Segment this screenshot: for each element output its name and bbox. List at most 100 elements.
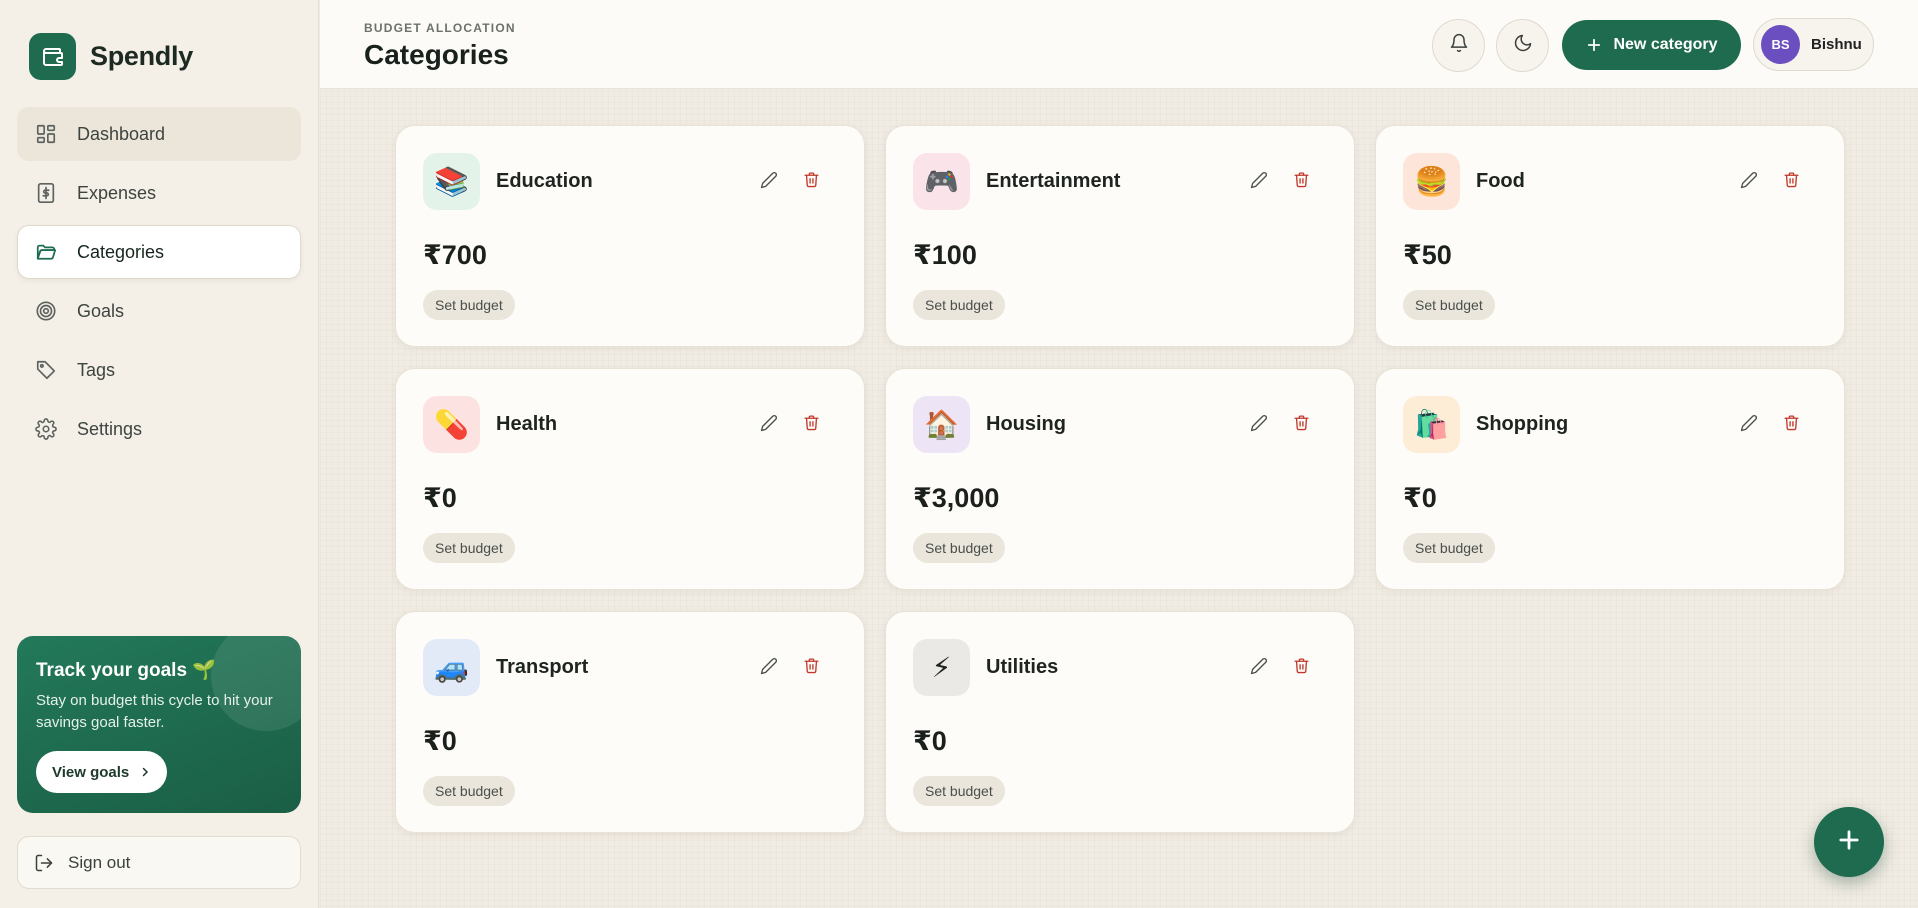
category-card-utilities[interactable]: ⚡ Utilities ₹0 Set budget [885,611,1355,833]
sidebar-item-label: Expenses [77,182,157,203]
notifications-button[interactable] [1432,19,1485,72]
category-card-shopping[interactable]: 🛍️ Shopping ₹0 Set budget [1375,368,1845,590]
set-budget-button[interactable]: Set budget [913,776,1005,806]
edit-category-button[interactable] [756,655,782,681]
category-name: Health [496,413,558,435]
new-category-label: New category [1613,36,1718,53]
wallet-icon [29,33,76,80]
pencil-icon [1250,171,1268,194]
avatar: BS [1761,25,1800,64]
trash-icon [1783,414,1800,436]
category-amount: ₹0 [1403,483,1437,513]
pencil-icon [760,171,778,194]
edit-category-button[interactable] [756,412,782,438]
delete-category-button[interactable] [798,169,824,195]
chevron-right-icon [139,766,151,778]
set-budget-button[interactable]: Set budget [1403,533,1495,563]
brand[interactable]: Spendly [29,33,193,80]
view-goals-label: View goals [52,763,130,781]
sidebar-item-settings[interactable]: Settings [17,402,301,456]
category-card-housing[interactable]: 🏠 Housing ₹3,000 Set budget [885,368,1355,590]
sidebar-item-label: Categories [77,241,165,262]
category-amount: ₹50 [1403,240,1452,270]
delete-category-button[interactable] [1778,412,1804,438]
set-budget-button[interactable]: Set budget [1403,290,1495,320]
delete-category-button[interactable] [798,655,824,681]
edit-category-button[interactable] [756,169,782,195]
trash-icon [803,657,820,679]
target-icon [33,298,59,324]
trash-icon [1293,657,1310,679]
add-fab-button[interactable] [1814,807,1884,877]
pencil-icon [1250,414,1268,437]
housing-category-icon: 🏠 [913,396,970,453]
category-name: Shopping [1476,413,1569,435]
pencil-icon [1740,414,1758,437]
category-amount: ₹0 [913,726,947,756]
delete-category-button[interactable] [1288,412,1314,438]
transport-category-icon: 🚙 [423,639,480,696]
sidebar-item-label: Settings [77,418,143,439]
dollar-icon [33,180,59,206]
sidebar-item-categories[interactable]: Categories [17,225,301,279]
set-budget-button[interactable]: Set budget [913,533,1005,563]
promo-text: Stay on budget this cycle to hit your sa… [36,692,273,731]
sidebar-nav: Dashboard Expenses Categories Goals Tags [17,107,301,461]
sidebar: Spendly Dashboard Expenses Categories Go… [0,0,319,908]
sidebar-item-dashboard[interactable]: Dashboard [17,107,301,161]
education-category-icon: 📚 [423,153,480,210]
category-name: Transport [496,656,589,678]
sign-out-icon [34,853,54,873]
edit-category-button[interactable] [1246,169,1272,195]
edit-category-button[interactable] [1246,655,1272,681]
pencil-icon [760,657,778,680]
delete-category-button[interactable] [1288,169,1314,195]
edit-category-button[interactable] [1246,412,1272,438]
view-goals-button[interactable]: View goals [36,751,168,793]
category-amount: ₹0 [423,483,457,513]
pencil-icon [760,414,778,437]
sidebar-item-goals[interactable]: Goals [17,284,301,338]
pencil-icon [1740,171,1758,194]
plus-icon [1585,36,1603,54]
category-amount: ₹0 [423,726,457,756]
set-budget-button[interactable]: Set budget [913,290,1005,320]
page-eyebrow: BUDGET ALLOCATION [364,21,516,35]
category-name: Entertainment [986,170,1121,192]
top-header: BUDGET ALLOCATION Categories New categor… [320,0,1918,89]
set-budget-button[interactable]: Set budget [423,290,515,320]
delete-category-button[interactable] [1288,655,1314,681]
sign-out-label: Sign out [68,852,131,872]
set-budget-button[interactable]: Set budget [423,776,515,806]
delete-category-button[interactable] [1778,169,1804,195]
folder-icon [33,239,59,265]
user-menu[interactable]: BS Bishnu [1753,18,1874,71]
main-content: 📚 Education ₹700 Set budget 🎮 Entertainment ₹1… [320,90,1918,908]
new-category-button[interactable]: New category [1562,20,1741,70]
sign-out-button[interactable]: Sign out [17,836,301,889]
set-budget-button[interactable]: Set budget [423,533,515,563]
sidebar-item-tags[interactable]: Tags [17,343,301,397]
delete-category-button[interactable] [798,412,824,438]
category-card-education[interactable]: 📚 Education ₹700 Set budget [395,125,865,347]
category-card-food[interactable]: 🍔 Food ₹50 Set budget [1375,125,1845,347]
tag-icon [33,357,59,383]
category-card-health[interactable]: 💊 Health ₹0 Set budget [395,368,865,590]
category-amount: ₹700 [423,240,487,270]
category-card-entertainment[interactable]: 🎮 Entertainment ₹100 Set budget [885,125,1355,347]
theme-toggle-button[interactable] [1496,19,1549,72]
trash-icon [803,171,820,193]
category-card-transport[interactable]: 🚙 Transport ₹0 Set budget [395,611,865,833]
bell-icon [1449,33,1469,58]
edit-category-button[interactable] [1736,169,1762,195]
page-title: Categories [364,39,509,70]
entertainment-category-icon: 🎮 [913,153,970,210]
sidebar-item-label: Goals [77,300,125,321]
sidebar-item-expenses[interactable]: Expenses [17,166,301,220]
edit-category-button[interactable] [1736,412,1762,438]
category-name: Food [1476,170,1525,192]
user-name: Bishnu [1811,36,1862,53]
trash-icon [803,414,820,436]
app-name: Spendly [90,41,193,71]
utilities-category-icon: ⚡ [913,639,970,696]
